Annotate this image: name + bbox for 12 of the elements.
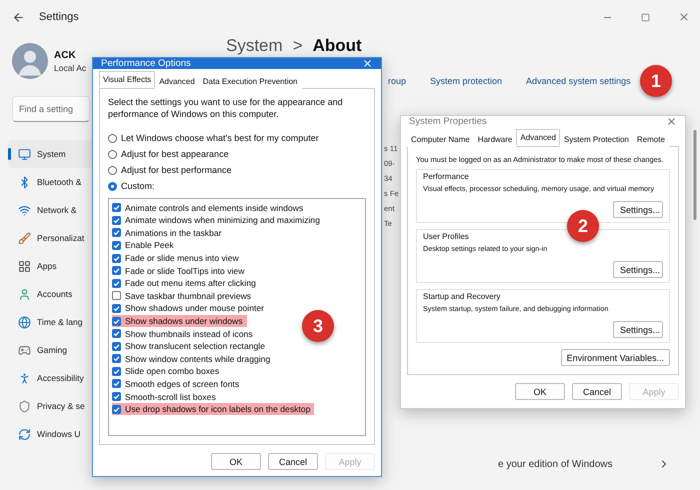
group-title: Startup and Recovery — [423, 292, 502, 301]
description-text: Select the settings you want to use for the appearance and performance of Windows on this computer. — [108, 97, 344, 120]
breadcrumb-separator: > — [292, 36, 303, 54]
step-badge: 1 — [640, 65, 672, 97]
account-type: Local Ac — [54, 62, 86, 72]
user-name: ACK — [54, 50, 77, 60]
window-title: Settings — [39, 11, 79, 23]
group-title: User Profiles — [423, 232, 470, 241]
dialog-title: Performance Options — [101, 58, 191, 69]
group-title: Performance — [423, 172, 470, 181]
page-title: About — [312, 36, 362, 54]
dialog-title: System Properties — [409, 116, 487, 127]
